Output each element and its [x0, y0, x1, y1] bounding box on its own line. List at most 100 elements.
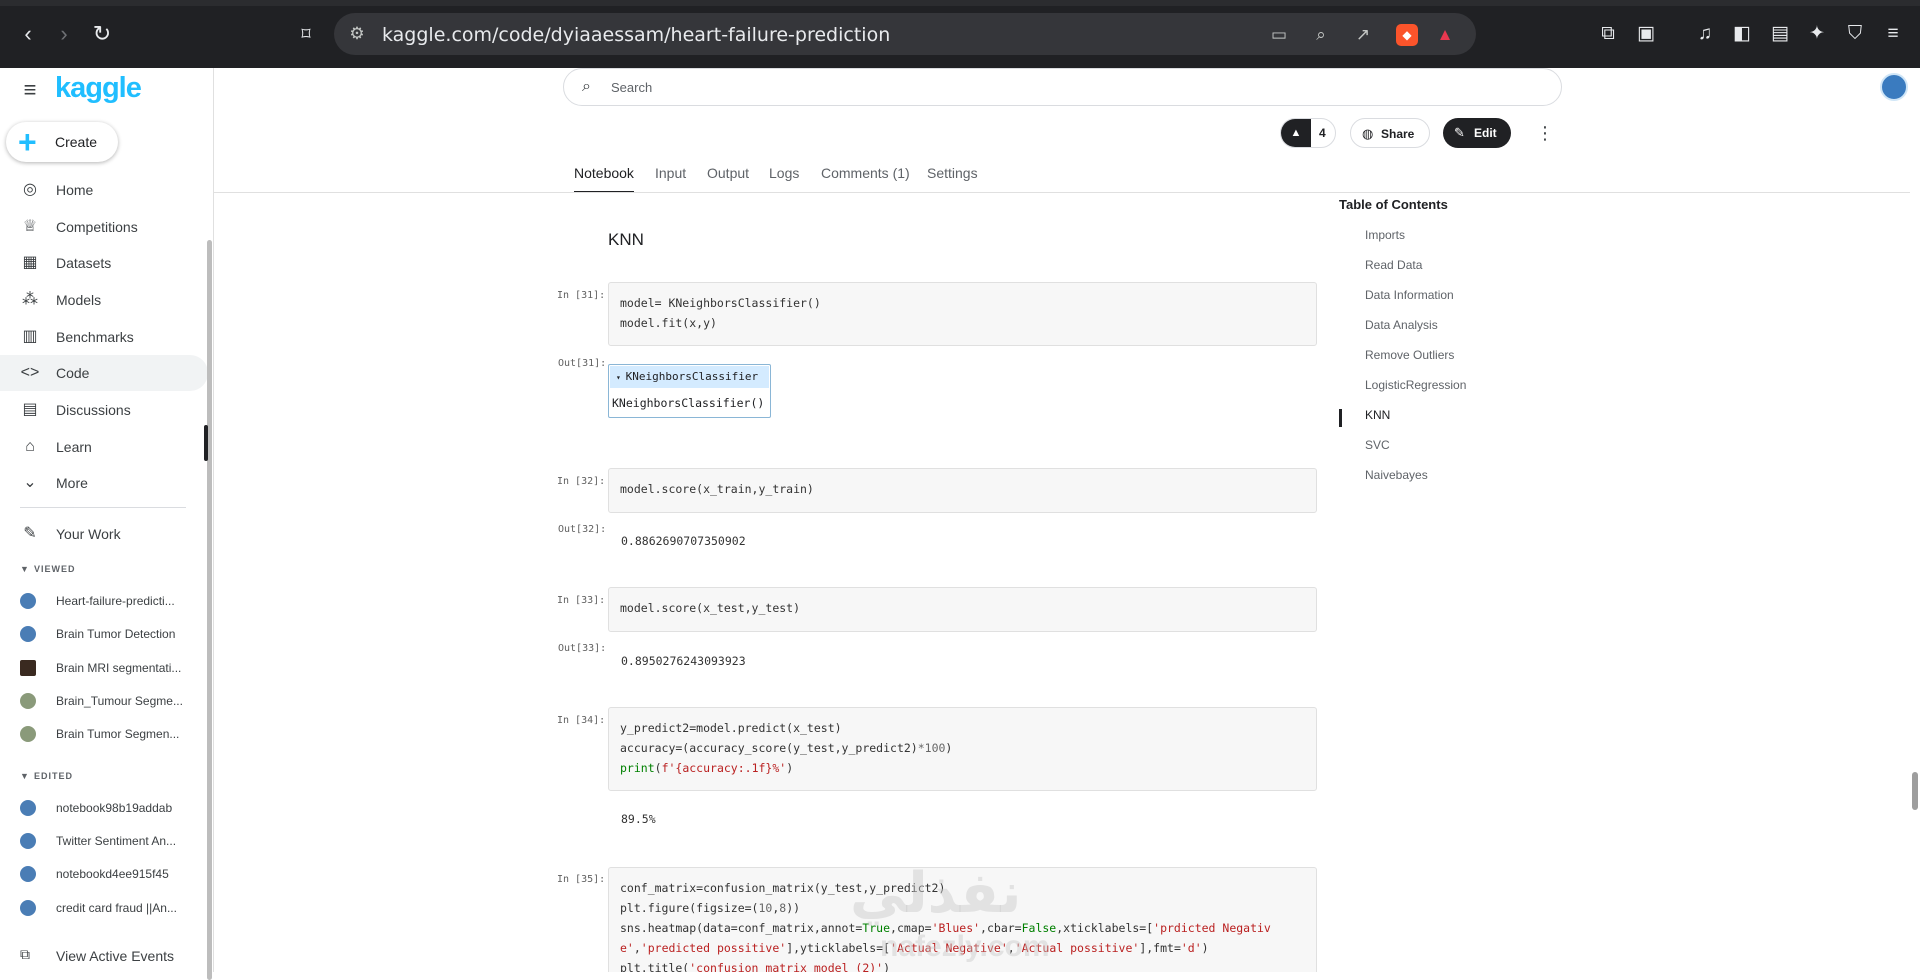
- brave-rewards-icon[interactable]: ▲: [1434, 24, 1456, 46]
- edited-section-header[interactable]: ▼ EDITED: [20, 771, 73, 781]
- user-avatar[interactable]: [1880, 73, 1908, 101]
- bookmark-icon[interactable]: ⌑: [292, 20, 320, 48]
- create-button[interactable]: + Create: [6, 122, 118, 162]
- address-bar[interactable]: ⚙ kaggle.com/code/dyiaaessam/heart-failu…: [334, 13, 1476, 55]
- compass-icon: ◎: [23, 181, 37, 198]
- view-active-events-link[interactable]: ⧉ View Active Events: [0, 940, 200, 970]
- viewed-label: VIEWED: [34, 564, 76, 574]
- kaggle-logo[interactable]: kaggle: [55, 72, 142, 105]
- search-placeholder: Search: [611, 80, 653, 95]
- avatar: [20, 726, 36, 742]
- vpn-icon[interactable]: ⛉: [1842, 21, 1868, 47]
- sidebar-item-label: Benchmarks: [56, 329, 134, 345]
- edited-item[interactable]: credit card fraud ||An...: [0, 893, 200, 923]
- sidebar-item-benchmarks[interactable]: ▥ Benchmarks: [0, 319, 208, 355]
- estimator-header[interactable]: ▾ KNeighborsClassifier: [610, 366, 769, 388]
- url-text[interactable]: kaggle.com/code/dyiaaessam/heart-failure…: [382, 24, 890, 46]
- sidebar-item-your-work[interactable]: ✎ Your Work: [0, 516, 208, 552]
- toc-item[interactable]: Read Data: [1365, 258, 1422, 272]
- edited-item[interactable]: notebookd4ee915f45: [0, 859, 200, 889]
- edit-button[interactable]: ✎ Edit: [1443, 118, 1511, 148]
- toc-item[interactable]: Imports: [1365, 228, 1405, 242]
- toc-item[interactable]: Naivebayes: [1365, 468, 1428, 482]
- sidebar-item-competitions[interactable]: ♕ Competitions: [0, 209, 208, 245]
- edited-item-label: credit card fraud ||An...: [56, 901, 177, 915]
- estimator-repr: KNeighborsClassifier(): [612, 396, 765, 410]
- edit-label: Edit: [1474, 126, 1497, 140]
- back-icon[interactable]: ‹: [14, 20, 42, 48]
- sidebar-scrollbar[interactable]: [207, 240, 212, 980]
- viewed-item[interactable]: Brain_Tumour Segme...: [0, 686, 200, 716]
- avatar: [20, 626, 36, 642]
- sidebar-item-label: Home: [56, 182, 94, 198]
- search-input[interactable]: ⌕ Search: [563, 68, 1562, 106]
- models-icon: ⁂: [22, 291, 38, 308]
- viewed-item[interactable]: Brain Tumor Detection: [0, 619, 200, 649]
- sidebar-item-code[interactable]: <> Code: [0, 355, 208, 391]
- tab-settings[interactable]: Settings: [927, 165, 978, 193]
- brave-shields-icon[interactable]: ◆: [1396, 24, 1418, 46]
- tab-logs[interactable]: Logs: [769, 165, 799, 193]
- sidebar-item-datasets[interactable]: ▦ Datasets: [0, 245, 208, 281]
- toc-item[interactable]: SVC: [1365, 438, 1390, 452]
- active-events-label: View Active Events: [56, 948, 175, 964]
- toc-item[interactable]: Data Analysis: [1365, 318, 1438, 332]
- cell-prompt-out: Out[32]:: [558, 524, 607, 535]
- globe-icon: ◍: [1362, 126, 1374, 141]
- toc-item[interactable]: Remove Outliers: [1365, 348, 1454, 362]
- page-scrollbar-thumb[interactable]: [1912, 772, 1918, 810]
- code-cell[interactable]: y_predict2=model.predict(x_test) accurac…: [608, 707, 1317, 791]
- edited-item[interactable]: notebook98b19addab: [0, 793, 200, 823]
- sidebar-item-label: Discussions: [56, 402, 131, 418]
- viewed-section-header[interactable]: ▼ VIEWED: [20, 564, 76, 574]
- edited-item[interactable]: Twitter Sentiment An...: [0, 826, 200, 856]
- leo-ai-icon[interactable]: ✦: [1804, 21, 1830, 47]
- estimator-display[interactable]: ▾ KNeighborsClassifier KNeighborsClassif…: [608, 364, 771, 418]
- toc-item-active[interactable]: KNN: [1365, 408, 1390, 422]
- cell-prompt-out: Out[31]:: [558, 358, 607, 369]
- code-cell[interactable]: model= KNeighborsClassifier() model.fit(…: [608, 282, 1317, 346]
- viewed-item[interactable]: Heart-failure-predicti...: [0, 586, 200, 616]
- code-cell[interactable]: model.score(x_train,y_train): [608, 468, 1317, 513]
- toc-item[interactable]: LogisticRegression: [1365, 378, 1466, 392]
- music-icon[interactable]: ♫: [1692, 21, 1718, 47]
- tab-notebook[interactable]: Notebook: [574, 165, 634, 193]
- edited-item-label: notebook98b19addab: [56, 801, 173, 815]
- tab-strip: [0, 0, 1920, 6]
- tab-comments[interactable]: Comments (1): [821, 165, 910, 193]
- cast-icon[interactable]: ▭: [1268, 24, 1290, 46]
- more-options-icon[interactable]: ⋮: [1535, 120, 1555, 146]
- code-cell[interactable]: model.score(x_test,y_test): [608, 587, 1317, 632]
- forward-icon[interactable]: ›: [50, 20, 78, 48]
- viewed-item[interactable]: Brain MRI segmentati...: [0, 653, 200, 683]
- viewed-item-label: Brain Tumor Detection: [56, 627, 176, 641]
- events-icon: ⧉: [20, 946, 30, 962]
- sidebar-item-more[interactable]: ⌄ More: [0, 465, 208, 501]
- hamburger-menu-icon[interactable]: ≡: [18, 78, 42, 102]
- upvote-arrow-icon[interactable]: ▲: [1281, 119, 1311, 147]
- tab-input[interactable]: Input: [655, 165, 686, 193]
- upvote-button[interactable]: ▲ 4: [1280, 118, 1336, 148]
- sidebar-item-discussions[interactable]: ▤ Discussions: [0, 392, 208, 428]
- wallet-icon[interactable]: ▤: [1767, 21, 1793, 47]
- extensions-icon[interactable]: ⧉: [1595, 21, 1621, 47]
- create-label: Create: [55, 134, 98, 150]
- edited-item-label: notebookd4ee915f45: [56, 867, 169, 881]
- tab-output[interactable]: Output: [707, 165, 749, 193]
- cell-prompt-in: In [34]:: [557, 715, 606, 726]
- viewed-item-label: Brain Tumor Segmen...: [56, 727, 180, 741]
- cell-prompt-in: In [31]:: [557, 290, 606, 301]
- sidebar-item-home[interactable]: ◎ Home: [0, 172, 208, 208]
- browser-menu-icon[interactable]: ≡: [1880, 21, 1906, 47]
- zoom-icon[interactable]: ⌕: [1310, 24, 1332, 46]
- viewed-item[interactable]: Brain Tumor Segmen...: [0, 719, 200, 749]
- sidebar-toggle-icon[interactable]: ◧: [1729, 21, 1755, 47]
- site-settings-icon[interactable]: ⚙: [344, 21, 370, 47]
- sidebar-item-models[interactable]: ⁂ Models: [0, 282, 208, 318]
- share-page-icon[interactable]: ↗: [1352, 24, 1374, 46]
- toc-item[interactable]: Data Information: [1365, 288, 1454, 302]
- screenshot-icon[interactable]: ▣: [1633, 21, 1659, 47]
- share-button[interactable]: ◍ Share: [1350, 118, 1430, 148]
- sidebar-item-learn[interactable]: ⌂ Learn: [0, 429, 208, 465]
- reload-icon[interactable]: ↻: [88, 20, 116, 48]
